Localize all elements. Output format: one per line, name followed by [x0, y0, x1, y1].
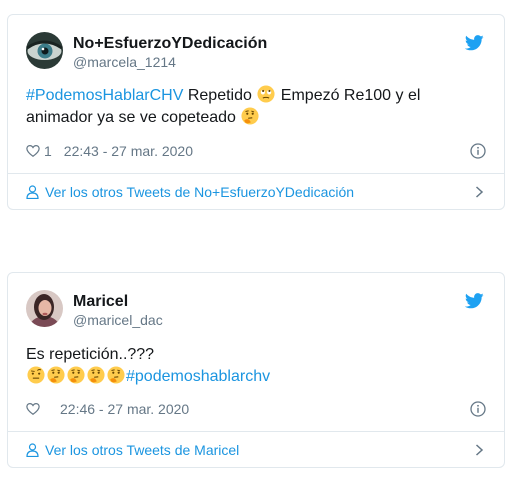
thinking-emoji: [241, 107, 259, 125]
tweet-header: Maricel @maricel_dac: [26, 290, 486, 332]
tweet-card: Maricel @maricel_dac Es repetición..???: [7, 272, 505, 468]
display-name[interactable]: Maricel: [73, 292, 163, 311]
thinking-emoji: [67, 366, 85, 384]
thinking-emoji: [47, 366, 65, 384]
tweet-card: No+EsfuerzoYDedicación @marcela_1214 #Po…: [7, 14, 505, 210]
tweet-text-line: #podemoshablarchv: [26, 366, 484, 388]
twitter-bird-icon[interactable]: [465, 35, 484, 51]
tweet-text: #PodemosHablarCHV Repetido Empezó Re100 …: [26, 85, 484, 129]
info-icon[interactable]: [470, 143, 486, 159]
tweet-meta: 22:46 - 27 mar. 2020: [26, 399, 486, 419]
heart-icon[interactable]: [26, 402, 40, 416]
user-handle[interactable]: @maricel_dac: [73, 311, 163, 329]
tweet-meta: 1 22:43 - 27 mar. 2020: [26, 141, 486, 161]
twitter-bird-icon[interactable]: [465, 293, 484, 309]
thinking-emoji: [87, 366, 105, 384]
info-icon[interactable]: [470, 401, 486, 417]
timestamp[interactable]: 22:46 - 27 mar. 2020: [60, 401, 189, 417]
view-more-tweets-label[interactable]: Ver los otros Tweets de Maricel: [45, 442, 239, 458]
avatar[interactable]: [26, 32, 63, 69]
user-handle[interactable]: @marcela_1214: [73, 53, 267, 71]
chevron-right-icon[interactable]: [475, 186, 484, 198]
tweet-text: Es repetición..??? #podemoshablarchv: [26, 344, 484, 388]
person-icon: [26, 185, 39, 199]
timestamp[interactable]: 22:43 - 27 mar. 2020: [64, 143, 193, 159]
thinking-emoji: [107, 366, 125, 384]
hashtag-link[interactable]: #PodemosHablarCHV: [26, 87, 183, 104]
view-more-tweets-label[interactable]: Ver los otros Tweets de No+EsfuerzoYDedi…: [45, 184, 354, 200]
chevron-right-icon[interactable]: [475, 444, 484, 456]
display-name[interactable]: No+EsfuerzoYDedicación: [73, 34, 267, 53]
hashtag-link[interactable]: #podemoshablarchv: [126, 368, 270, 385]
tweet-header: No+EsfuerzoYDedicación @marcela_1214: [26, 32, 486, 74]
person-icon: [26, 443, 39, 457]
like-count[interactable]: 1: [44, 143, 52, 159]
tweet-text-part: Repetido: [183, 87, 257, 104]
heart-icon[interactable]: [26, 144, 40, 158]
view-more-tweets-link[interactable]: Ver los otros Tweets de No+EsfuerzoYDedi…: [26, 174, 484, 210]
avatar[interactable]: [26, 290, 63, 327]
view-more-tweets-link[interactable]: Ver los otros Tweets de Maricel: [26, 432, 484, 468]
tweet-text-line: Es repetición..???: [26, 346, 155, 363]
raised-eyebrow-emoji: [27, 366, 45, 384]
eye-roll-emoji: [257, 85, 275, 103]
